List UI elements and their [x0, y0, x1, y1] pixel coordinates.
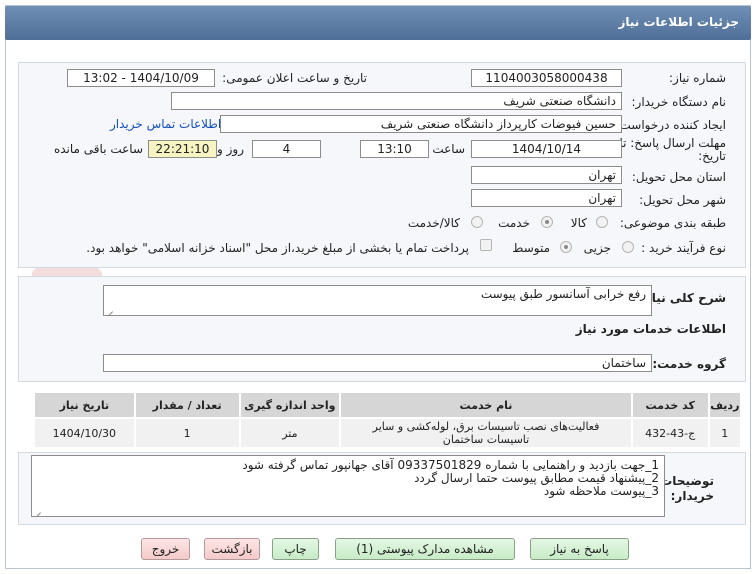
buyer-org-field: دانشگاه صنعتی شریف — [171, 92, 622, 110]
process-radio-minor[interactable] — [622, 241, 634, 253]
creator-field: حسین فیوضات کارپرداز دانشگاه صنعتی شریف — [220, 115, 622, 133]
category-option-goods-service: کالا/خدمت — [407, 216, 460, 230]
deadline-time-label: ساعت — [432, 142, 465, 156]
notes-line-3: 3_پیوست ملاحظه شود — [543, 484, 659, 498]
service-group-field: ساختمان — [103, 354, 652, 372]
view-attachments-button[interactable]: مشاهده مدارک پیوستی (1) — [335, 538, 515, 560]
category-radio-goods-service[interactable] — [471, 216, 483, 228]
service-group-label: گروه خدمت: — [652, 357, 726, 371]
category-radio-service[interactable] — [541, 216, 553, 228]
buyer-org-label: نام دستگاه خریدار: — [631, 95, 727, 109]
col-date: تاریخ نیاز — [33, 391, 136, 419]
deadline-label: مهلت ارسال پاسخ: تا تاریخ: — [606, 137, 726, 163]
cell-code: ج-43-432 — [630, 417, 710, 449]
city-label: شهر محل تحویل: — [639, 193, 726, 207]
col-name: نام خدمت — [339, 391, 633, 419]
announce-datetime-label: تاریخ و ساعت اعلان عمومی: — [222, 71, 367, 85]
need-number-label: شماره نیاز: — [669, 71, 726, 85]
resize-handle-icon[interactable] — [34, 506, 42, 514]
province-field: تهران — [471, 166, 622, 184]
province-label: استان محل تحویل: — [631, 170, 726, 184]
resize-handle-icon[interactable] — [106, 305, 114, 313]
notes-label-line1: توضیحات — [660, 474, 714, 488]
category-label: طبقه بندی موضوعی: — [619, 216, 726, 230]
category-option-service: خدمت — [498, 216, 530, 230]
description-field: رفع خرابی آسانسور طبق پیوست — [103, 285, 652, 316]
reply-button[interactable]: پاسخ به نیاز — [530, 538, 629, 560]
remaining-time-label: ساعت باقی مانده — [53, 142, 143, 156]
buyer-contact-link[interactable]: اطلاعات تماس خریدار — [110, 117, 221, 131]
description-text: رفع خرابی آسانسور طبق پیوست — [480, 287, 646, 301]
cell-name-line1: فعالیت‌های نصب تاسیسات برق، لوله‌کشی و س… — [372, 420, 600, 433]
title-bar: جزئیات اطلاعات نیاز — [5, 6, 751, 40]
window-title: جزئیات اطلاعات نیاز — [618, 15, 739, 29]
remaining-time-field: 22:21:10 — [148, 140, 217, 158]
cell-date: 1404/10/30 — [33, 417, 136, 449]
back-button[interactable]: بازگشت — [204, 538, 260, 560]
process-radio-medium[interactable] — [560, 241, 572, 253]
notes-label-line2: خریدار: — [670, 489, 714, 503]
cell-qty: 1 — [133, 417, 241, 449]
days-field: 4 — [252, 140, 321, 158]
col-index: ردیف — [707, 391, 743, 419]
col-unit: واحد اندازه گیری — [238, 391, 342, 419]
cell-unit: متر — [238, 417, 342, 449]
creator-label: ایجاد کننده درخواست: — [615, 118, 726, 132]
category-radio-goods[interactable] — [596, 216, 608, 228]
notes-field: 1_جهت بازدید و راهنمایی با شماره 0933750… — [31, 455, 665, 517]
days-label: روز و — [217, 142, 244, 156]
cell-name-line2: تاسیسات ساختمان — [442, 433, 530, 446]
table-row: 1 ج-43-432 فعالیت‌های نصب تاسیسات برق، ل… — [33, 417, 743, 449]
treasury-payment-note: پرداخت تمام یا بخشی از مبلغ خرید،از محل … — [86, 241, 469, 255]
col-qty: تعداد / مقدار — [133, 391, 241, 419]
announce-datetime-field: 1404/10/09 - 13:02 — [67, 69, 215, 87]
treasury-payment-checkbox[interactable] — [480, 239, 492, 251]
process-label: نوع فرآیند خرید : — [641, 241, 726, 255]
cell-name: فعالیت‌های نصب تاسیسات برق، لوله‌کشی و س… — [339, 417, 633, 449]
services-heading: اطلاعات خدمات مورد نیاز — [575, 322, 726, 336]
print-button[interactable]: چاپ — [272, 538, 319, 560]
deadline-time-field: 13:10 — [360, 140, 429, 158]
description-label: شرح کلی نیاز: — [640, 291, 726, 305]
deadline-label-text: مهلت ارسال پاسخ: تا تاریخ: — [619, 136, 726, 163]
table-header-row: ردیف کد خدمت نام خدمت واحد اندازه گیری ت… — [33, 391, 743, 419]
col-code: کد خدمت — [630, 391, 710, 419]
need-number-field: 1104003058000438 — [471, 69, 622, 87]
process-option-minor: جزیی — [583, 241, 611, 255]
deadline-date-field: 1404/10/14 — [471, 140, 622, 158]
exit-button[interactable]: خروج — [141, 538, 190, 560]
category-option-goods: کالا — [570, 216, 587, 230]
process-option-medium: متوسط — [512, 241, 550, 255]
services-table: ردیف کد خدمت نام خدمت واحد اندازه گیری ت… — [33, 391, 743, 449]
city-field: تهران — [471, 189, 622, 207]
cell-index: 1 — [707, 417, 743, 449]
